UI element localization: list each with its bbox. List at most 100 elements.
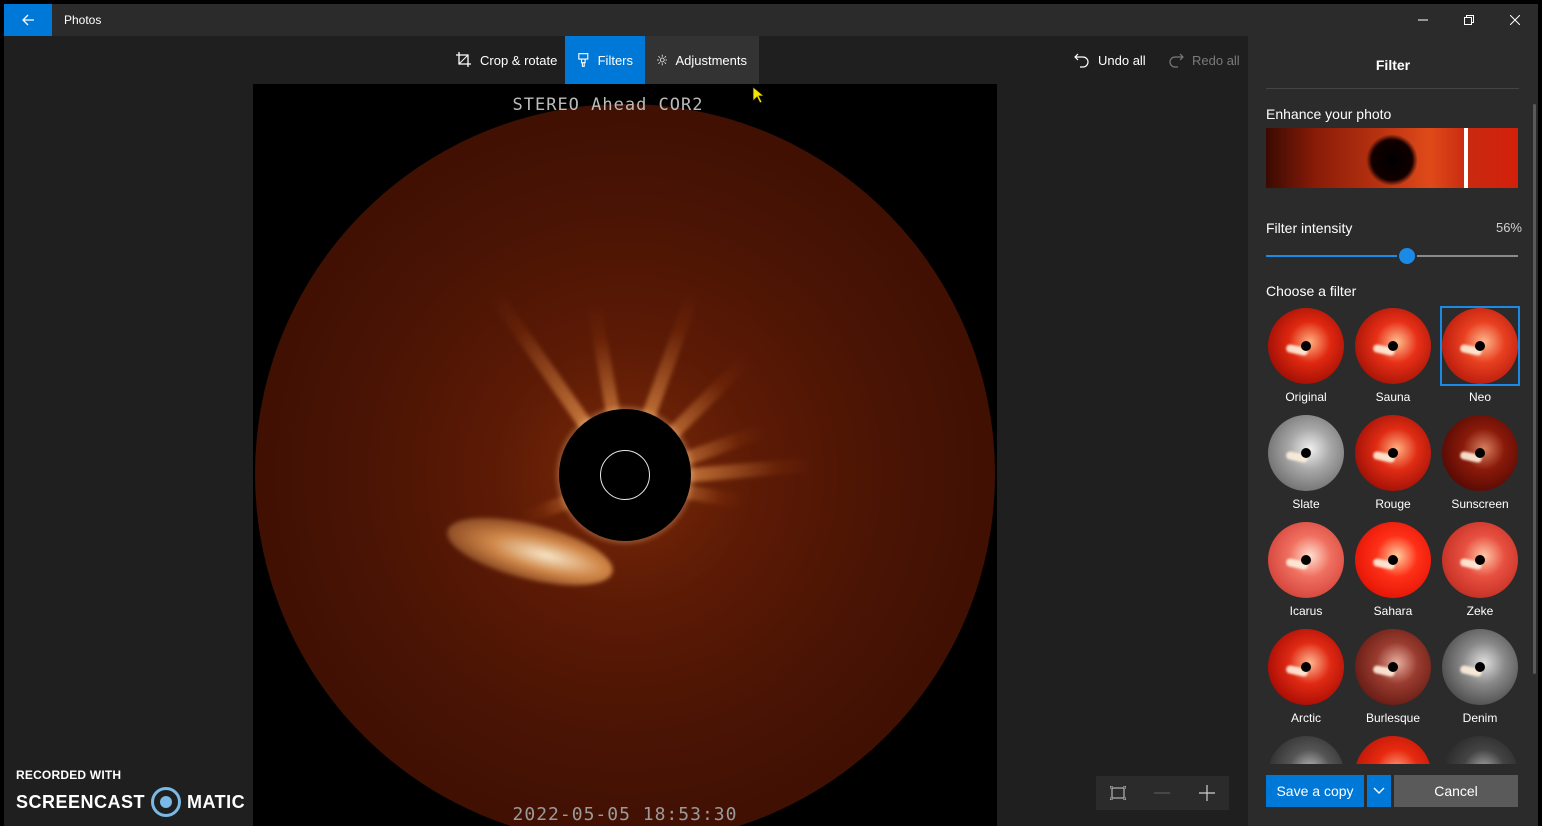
save-copy-label: Save a copy: [1276, 783, 1354, 799]
undo-icon: [1074, 53, 1089, 68]
filter-thumbnail: [1440, 520, 1520, 600]
thumbnail-core: [1388, 448, 1398, 458]
filter-name: Zeke: [1466, 604, 1494, 618]
filter-thumbnail: [1353, 520, 1433, 600]
plus-icon: [1198, 785, 1215, 801]
sun-outline: [600, 450, 650, 500]
crop-rotate-button[interactable]: Crop & rotate: [444, 36, 569, 84]
image-caption: STEREO Ahead COR2: [512, 95, 704, 115]
thumbnail-core: [1388, 341, 1398, 351]
arrow-left-icon: [22, 14, 34, 26]
panel-scrollbar[interactable]: [1533, 104, 1536, 674]
intensity-value: 56%: [1495, 220, 1522, 235]
filter-name: Sahara: [1373, 604, 1413, 618]
enhance-slider[interactable]: [1266, 128, 1518, 188]
filter-thumbnail: [1266, 306, 1346, 386]
restore-icon: [1464, 15, 1474, 25]
thumbnail-core: [1388, 662, 1398, 672]
filter-thumbnail: [1440, 627, 1520, 707]
filter-name: Arctic: [1291, 711, 1321, 725]
screencast-logo-icon: [151, 787, 182, 817]
filter-tile[interactable]: Sunscreen: [1440, 413, 1520, 511]
zoom-out-button[interactable]: [1142, 776, 1182, 810]
save-options-button[interactable]: [1367, 775, 1391, 807]
intensity-slider[interactable]: [1266, 246, 1518, 266]
chevron-down-icon: [1373, 787, 1385, 794]
undo-all-button[interactable]: Undo all: [1062, 36, 1158, 84]
close-icon: [1510, 15, 1520, 25]
filters-label: Filters: [597, 52, 633, 68]
filter-tile[interactable]: Zeke: [1440, 520, 1520, 618]
filter-tile[interactable]: Icarus: [1266, 520, 1346, 618]
photos-window: Photos Crop & rotate Filters Adjustments…: [4, 4, 1538, 826]
title-bar: Photos: [4, 4, 1538, 36]
enhance-handle[interactable]: [1464, 128, 1468, 188]
thumbnail-core: [1475, 341, 1485, 351]
intensity-label: Filter intensity: [1266, 220, 1353, 236]
crop-rotate-label: Crop & rotate: [480, 52, 558, 68]
coronagraph-disk: [255, 104, 995, 826]
filters-tab[interactable]: Filters: [565, 36, 645, 84]
adjustments-tab[interactable]: Adjustments: [645, 36, 759, 84]
panel-title: Filter: [1375, 57, 1411, 73]
thumbnail-core: [1388, 555, 1398, 565]
redo-all-label: Redo all: [1192, 52, 1240, 68]
adjustments-label: Adjustments: [675, 52, 747, 68]
filter-thumbnail: [1353, 734, 1433, 764]
minimize-button[interactable]: [1400, 4, 1446, 36]
thumbnail-core: [1475, 662, 1485, 672]
thumbnail-core: [1301, 662, 1311, 672]
thumbnail-disk: [1268, 736, 1344, 764]
slider-thumb[interactable]: [1397, 246, 1418, 266]
filter-name: Original: [1285, 390, 1327, 404]
redo-all-button[interactable]: Redo all: [1156, 36, 1252, 84]
filter-thumbnail: [1440, 306, 1520, 386]
restore-button[interactable]: [1446, 4, 1492, 36]
zoom-in-button[interactable]: [1187, 776, 1227, 810]
filter-tile[interactable]: Original: [1266, 306, 1346, 404]
filter-name: Neo: [1468, 390, 1491, 404]
filter-tile[interactable]: Denim: [1440, 627, 1520, 725]
watermark-brand: SCREENCAST MATIC: [16, 787, 245, 817]
filter-thumbnail: [1266, 520, 1346, 600]
filter-tile[interactable]: Neo: [1440, 306, 1520, 404]
app-title: Photos: [64, 13, 102, 27]
filter-tile[interactable]: [1353, 734, 1433, 764]
fit-to-window-button[interactable]: [1098, 776, 1138, 810]
filter-tile[interactable]: [1440, 734, 1520, 764]
thumbnail-core: [1475, 448, 1485, 458]
filter-thumbnail: [1440, 734, 1520, 764]
filter-thumbnail: [1353, 306, 1433, 386]
filter-tile[interactable]: Sauna: [1353, 306, 1433, 404]
thumbnail-core: [1301, 555, 1311, 565]
filter-name: Icarus: [1289, 604, 1323, 618]
redo-icon: [1169, 53, 1184, 68]
filter-tile[interactable]: [1266, 734, 1346, 764]
filter-tile[interactable]: Rouge: [1353, 413, 1433, 511]
filter-thumbnail: [1266, 413, 1346, 493]
image-timestamp: 2022-05-05 18:53:30: [512, 804, 738, 825]
filter-thumbnail: [1266, 627, 1346, 707]
back-button[interactable]: [4, 4, 52, 36]
crop-icon: [456, 52, 471, 67]
filter-tile[interactable]: Slate: [1266, 413, 1346, 511]
filter-panel: Filter Enhance your photo Filter intensi…: [1248, 36, 1538, 826]
cancel-button[interactable]: Cancel: [1394, 775, 1518, 807]
thumbnail-core: [1475, 555, 1485, 565]
mouse-cursor-icon: [752, 86, 764, 104]
save-copy-button[interactable]: Save a copy: [1266, 775, 1364, 807]
fit-icon: [1110, 786, 1127, 800]
sun-icon: [657, 54, 668, 66]
filter-name: Burlesque: [1365, 711, 1421, 725]
undo-all-label: Undo all: [1098, 52, 1146, 68]
close-button[interactable]: [1492, 4, 1538, 36]
watermark-brand-left: SCREENCAST: [16, 791, 146, 812]
photo-canvas[interactable]: STEREO Ahead COR2 2022-05-05 18:53:30: [253, 84, 997, 826]
filter-tile[interactable]: Burlesque: [1353, 627, 1433, 725]
filter-tile[interactable]: Sahara: [1353, 520, 1433, 618]
minus-icon: [1154, 792, 1171, 794]
filter-name: Denim: [1462, 711, 1498, 725]
filter-tile[interactable]: Arctic: [1266, 627, 1346, 725]
watermark-brand-right: MATIC: [187, 791, 246, 812]
filter-name: Slate: [1292, 497, 1320, 511]
